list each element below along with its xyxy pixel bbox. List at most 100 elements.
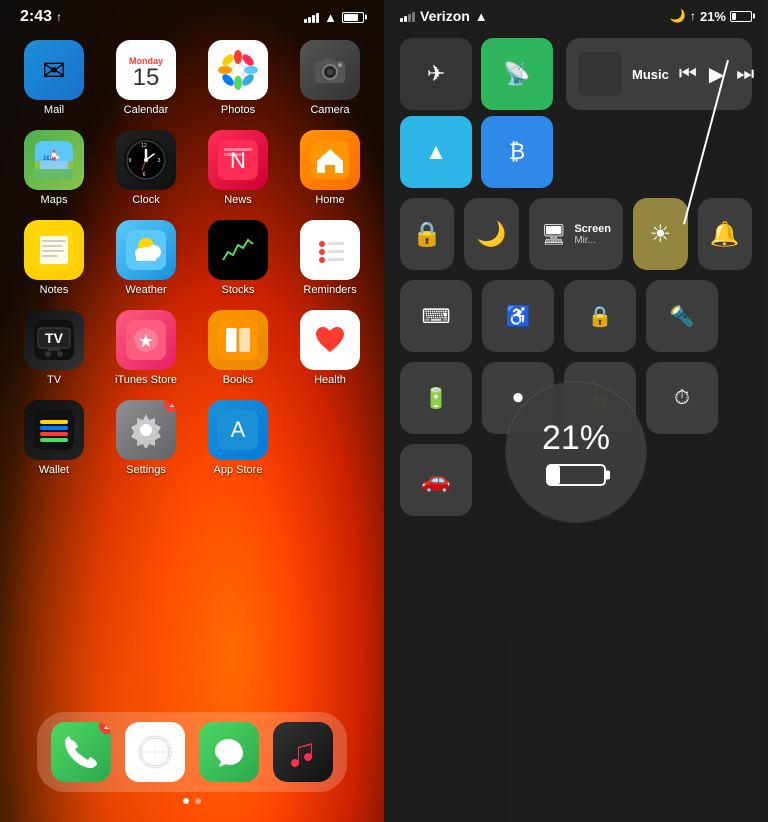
flashlight-tile[interactable]: 🔦 [646, 280, 718, 352]
keyboard-icon: ⌨ [422, 304, 451, 329]
reminders-label: Reminders [303, 284, 356, 296]
low-battery-icon: 🔋 [424, 386, 449, 411]
status-icons: ▲ [304, 10, 364, 25]
wifi-tile-icon: ▲ [425, 139, 447, 165]
app-weather[interactable]: Weather [104, 220, 188, 296]
reminders-icon [300, 220, 360, 280]
lock-tile-2[interactable]: 🔒 [564, 280, 636, 352]
itunes-label: iTunes Store [115, 374, 177, 386]
volume-tile[interactable]: 🔔 [698, 198, 752, 270]
mail-icon: ✉ [24, 40, 84, 100]
phone-badge: 2 [99, 722, 111, 734]
settings-label: Settings [126, 464, 166, 476]
app-camera[interactable]: Camera [288, 40, 372, 116]
brightness-tile[interactable]: ☀ [633, 198, 687, 270]
app-reminders[interactable]: Reminders [288, 220, 372, 296]
app-tv[interactable]: TV TV [12, 310, 96, 386]
battery-icon [342, 12, 364, 23]
app-photos[interactable]: Photos [196, 40, 280, 116]
app-clock[interactable]: 12 3 6 9 Clock [104, 130, 188, 206]
dock-safari[interactable] [125, 722, 185, 782]
timer-tile[interactable]: ⏱ [646, 362, 718, 434]
app-appstore[interactable]: A App Store [196, 400, 280, 476]
app-books[interactable]: Books [196, 310, 280, 386]
status-bar: 2:43 ↑ ▲ [0, 0, 384, 30]
appstore-icon: A [208, 400, 268, 460]
airplane-mode-toggle[interactable]: ✈ [400, 38, 472, 110]
app-grid: ✉ Mail Monday 15 Calendar [0, 30, 384, 486]
screen-mirror-label: Screen [574, 223, 611, 235]
music-icon [273, 722, 333, 782]
music-label: Music [632, 67, 669, 82]
clock-label: Clock [132, 194, 160, 206]
itunes-icon: ★ [116, 310, 176, 370]
lock-icon-2: 🔒 [588, 304, 613, 329]
rewind-button[interactable]: ⏮ [679, 63, 697, 86]
do-not-disturb-toggle[interactable]: 🌙 [464, 198, 518, 270]
app-mail[interactable]: ✉ Mail [12, 40, 96, 116]
svg-text:12: 12 [141, 143, 147, 149]
app-settings[interactable]: 1 Settings [104, 400, 188, 476]
app-health[interactable]: Health [288, 310, 372, 386]
camera-label: Camera [310, 104, 349, 116]
svg-text:★: ★ [138, 331, 154, 351]
moon-icon: 🌙 [477, 220, 507, 249]
dock-music[interactable] [273, 722, 333, 782]
screen-mirror-tile[interactable]: 🖥 Screen Mir... [529, 198, 623, 270]
battery-percentage-overlay: 21% [506, 382, 646, 522]
rotation-lock-icon: 🔒 [412, 220, 442, 249]
cc-signal-bars [400, 10, 415, 22]
camera-icon [300, 40, 360, 100]
messages-icon [199, 722, 259, 782]
app-home[interactable]: Home [288, 130, 372, 206]
signal-bar-3 [312, 15, 315, 23]
battery-overlay-bar [546, 464, 606, 486]
keyboard-tile[interactable]: ⌨ [400, 280, 472, 352]
page-dot-2 [195, 798, 201, 804]
app-maps[interactable]: 280 Maps [12, 130, 96, 206]
photos-label: Photos [221, 104, 255, 116]
svg-text:9: 9 [129, 158, 132, 164]
music-info: Music [632, 67, 669, 82]
settings-icon: 1 [116, 400, 176, 460]
app-notes[interactable]: Notes [12, 220, 96, 296]
app-news[interactable]: N News [196, 130, 280, 206]
cc-wifi-icon: ▲ [475, 9, 488, 24]
mirror-brightness-block: 🖥 Screen Mir... [529, 198, 623, 270]
app-wallet[interactable]: Wallet [12, 400, 96, 476]
accessibility-tile[interactable]: ♿ [482, 280, 554, 352]
wifi-toggle[interactable]: ▲ [400, 116, 472, 188]
wallet-label: Wallet [39, 464, 69, 476]
fastforward-button[interactable]: ⏭ [736, 63, 754, 86]
cc-bar-3 [408, 14, 411, 22]
cc-bar-4 [412, 12, 415, 22]
screen-mirror-icon: 🖥 [541, 222, 566, 247]
wallet-icon [24, 400, 84, 460]
carplay-tile[interactable]: 🚗 [400, 444, 472, 516]
dock: 2 [37, 712, 347, 792]
app-stocks[interactable]: Stocks [196, 220, 280, 296]
calendar-day: 15 [133, 66, 160, 90]
flashlight-icon: 🔦 [670, 304, 695, 329]
maps-icon: 280 [24, 130, 84, 190]
bluetooth-toggle[interactable]: ₿ [481, 116, 553, 188]
right-control-center-panel: Verizon ▲ 🌙 ↑ 21% ✈ 📡 ▲ [384, 0, 768, 822]
svg-text:6: 6 [143, 172, 146, 178]
appstore-label: App Store [214, 464, 263, 476]
phone-icon: 2 [51, 722, 111, 782]
dock-phone[interactable]: 2 [51, 722, 111, 782]
app-itunes[interactable]: ★ iTunes Store [104, 310, 188, 386]
app-calendar[interactable]: Monday 15 Calendar [104, 40, 188, 116]
volume-icon: 🔔 [710, 220, 740, 249]
cellular-toggle[interactable]: 📡 [481, 38, 553, 110]
empty-icon [300, 400, 360, 460]
cc-battery-icon [730, 11, 752, 22]
calendar-icon: Monday 15 [116, 40, 176, 100]
cc-carrier: Verizon [420, 8, 470, 24]
dock-messages[interactable] [199, 722, 259, 782]
battery-overlay-fill [548, 466, 560, 484]
weather-label: Weather [125, 284, 166, 296]
low-battery-tile[interactable]: 🔋 [400, 362, 472, 434]
rotation-lock-toggle[interactable]: 🔒 [400, 198, 454, 270]
wifi-icon: ▲ [324, 10, 337, 25]
